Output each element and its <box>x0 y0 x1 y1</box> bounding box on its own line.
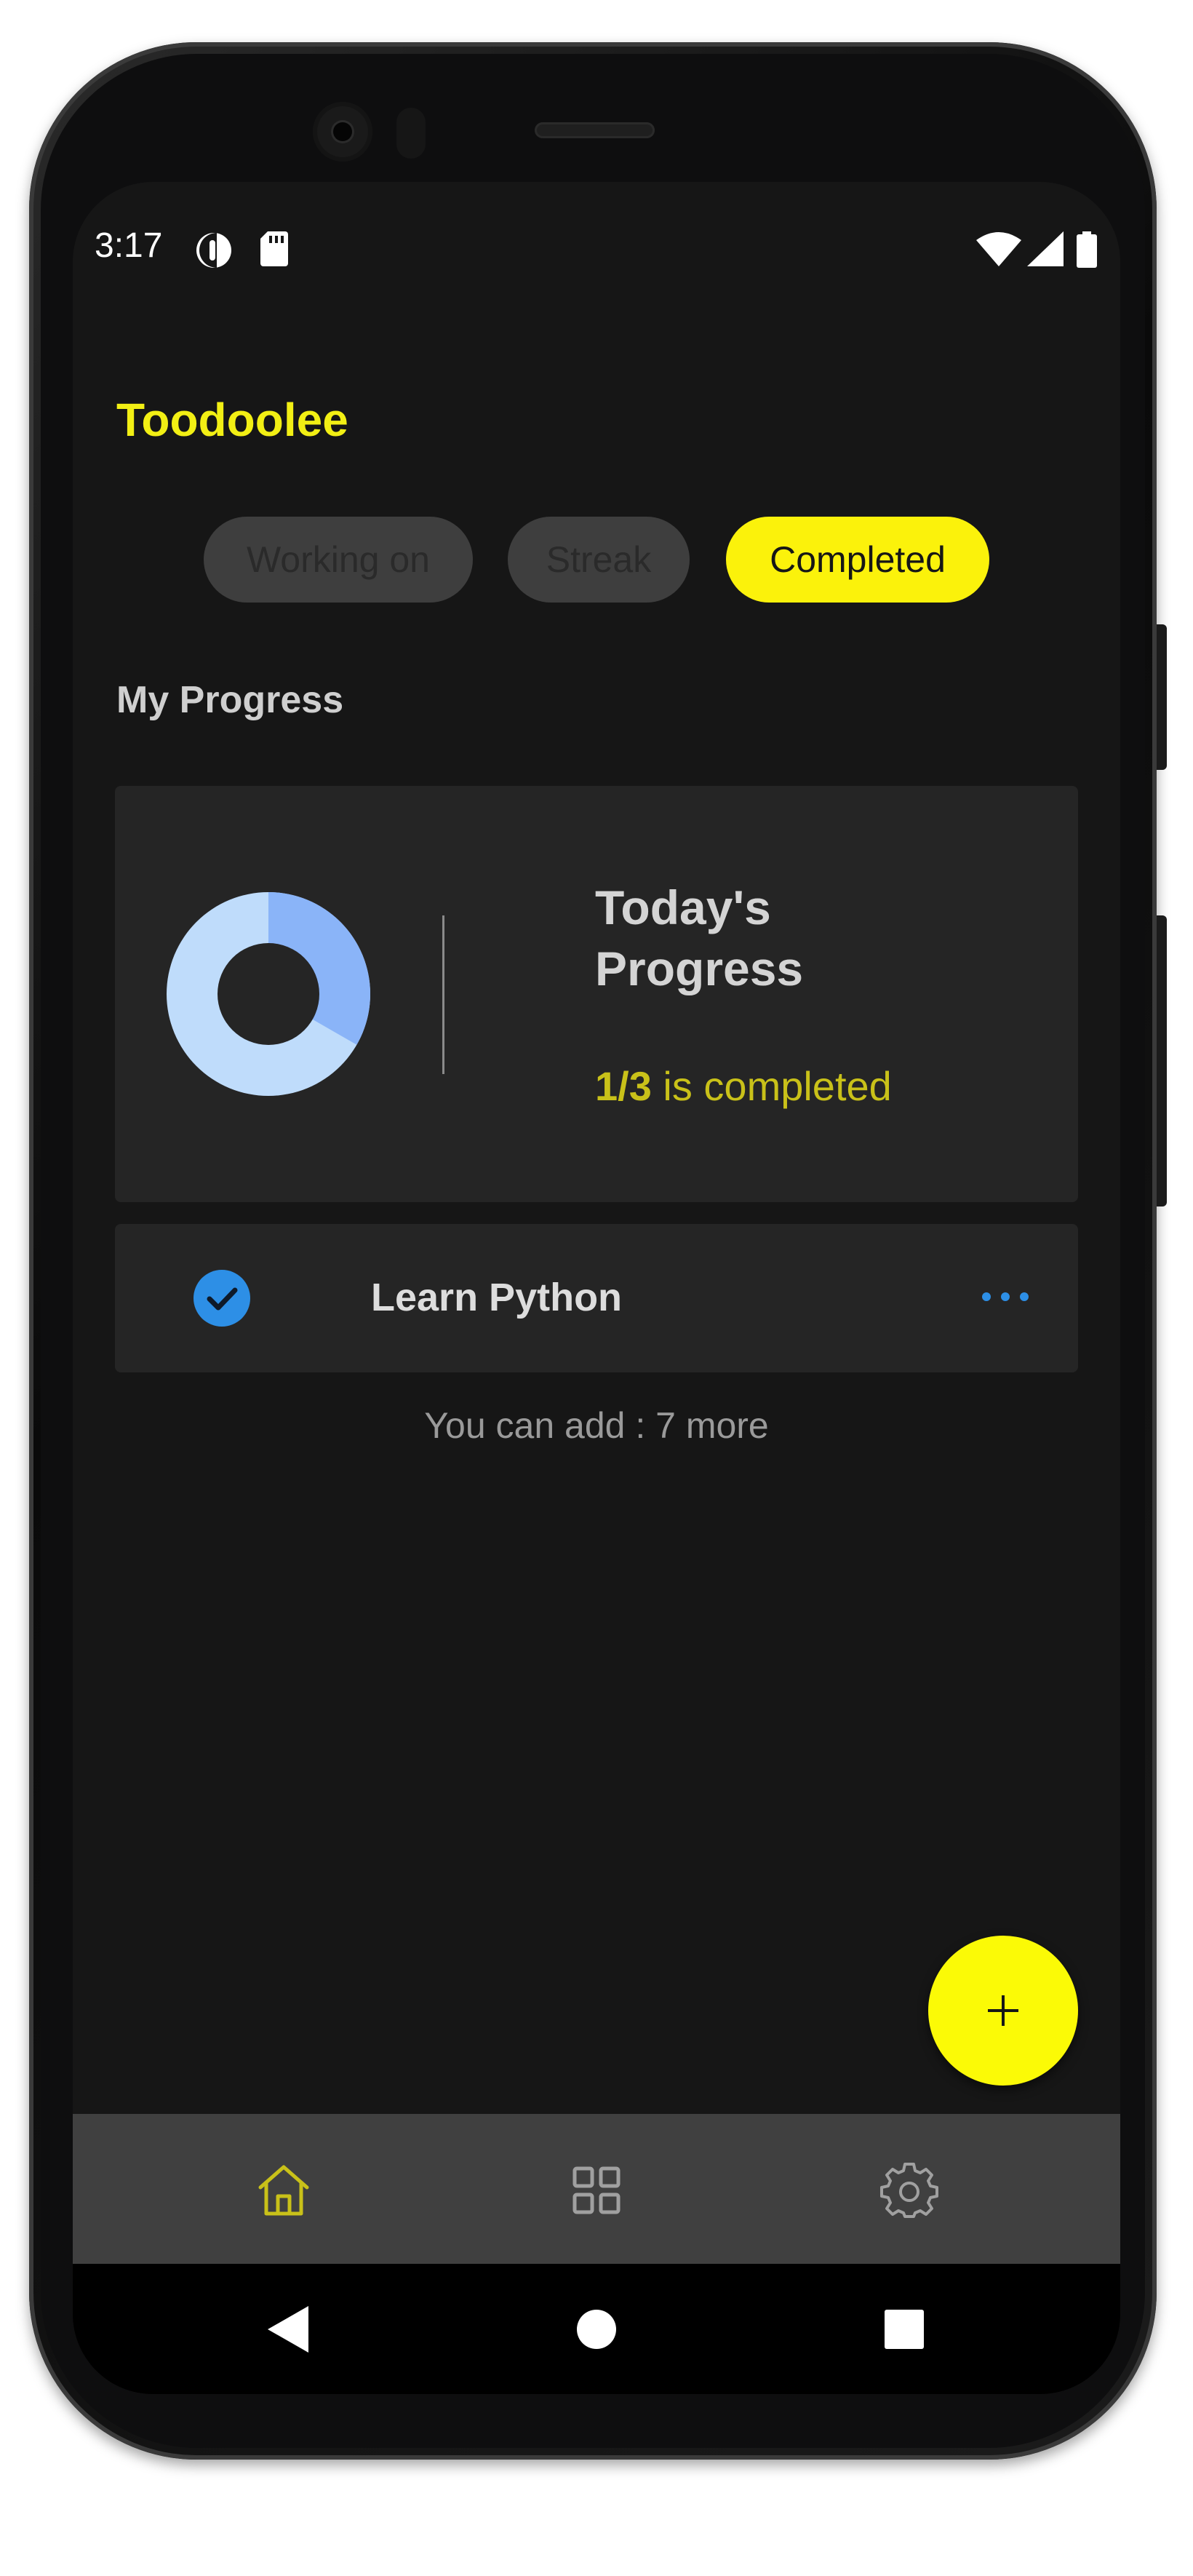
progress-title-line1: Today's <box>595 880 771 934</box>
proximity-sensor <box>396 108 426 159</box>
front-camera <box>313 102 372 162</box>
donut-hole <box>218 943 319 1045</box>
dot <box>982 1292 991 1301</box>
task-item[interactable]: Learn Python <box>115 1224 1078 1372</box>
progress-donut-chart <box>167 892 370 1096</box>
battery-icon <box>1077 231 1097 271</box>
app-screen: 3:17 Toodoolee Working on Streak Complet… <box>73 182 1120 2394</box>
filter-tabs: Working on Streak Completed <box>73 517 1120 604</box>
back-icon[interactable] <box>268 2306 308 2353</box>
tab-streak[interactable]: Streak <box>508 517 690 603</box>
dot <box>1020 1292 1029 1301</box>
progress-summary: 1/3 is completed <box>595 1062 892 1110</box>
completed-count: 1/3 <box>595 1063 652 1109</box>
progress-card: Today's Progress 1/3 is completed <box>115 786 1078 1202</box>
tab-completed[interactable]: Completed <box>726 517 989 603</box>
bottom-nav <box>73 2114 1120 2264</box>
progress-title-line2: Progress <box>595 942 804 995</box>
recents-icon[interactable] <box>885 2310 924 2349</box>
nav-categories[interactable] <box>487 2114 706 2264</box>
power-button <box>1157 624 1167 770</box>
add-hint: You can add : 7 more <box>424 1405 769 1446</box>
gear-icon <box>880 2163 938 2218</box>
more-options-icon[interactable] <box>981 1282 1039 1314</box>
nav-home[interactable] <box>175 2114 393 2264</box>
completed-suffix: is completed <box>651 1063 892 1109</box>
task-label: Learn Python <box>371 1276 623 1319</box>
wifi-icon <box>976 231 1021 270</box>
earpiece-speaker <box>535 122 655 138</box>
cellular-signal-icon <box>1027 231 1064 270</box>
section-title: My Progress <box>116 679 344 721</box>
volume-button <box>1157 915 1167 1206</box>
tab-working-on[interactable]: Working on <box>204 517 473 603</box>
status-bar: 3:17 <box>73 226 1120 269</box>
status-time: 3:17 <box>95 226 163 265</box>
checked-icon[interactable] <box>193 1270 250 1327</box>
notification-app-icon <box>195 231 233 273</box>
app-title: Toodoolee <box>116 394 348 446</box>
card-divider <box>442 915 444 1074</box>
home-circle-icon[interactable] <box>577 2310 616 2349</box>
dot <box>1001 1292 1010 1301</box>
progress-title: Today's Progress <box>595 877 803 999</box>
plus-icon <box>988 1995 1018 2026</box>
add-task-button[interactable] <box>928 1936 1078 2086</box>
nav-settings[interactable] <box>800 2114 1018 2264</box>
system-navigation-bar <box>73 2264 1120 2394</box>
grid-icon <box>572 2166 621 2214</box>
sd-card-icon <box>260 231 288 270</box>
home-icon <box>258 2165 309 2216</box>
